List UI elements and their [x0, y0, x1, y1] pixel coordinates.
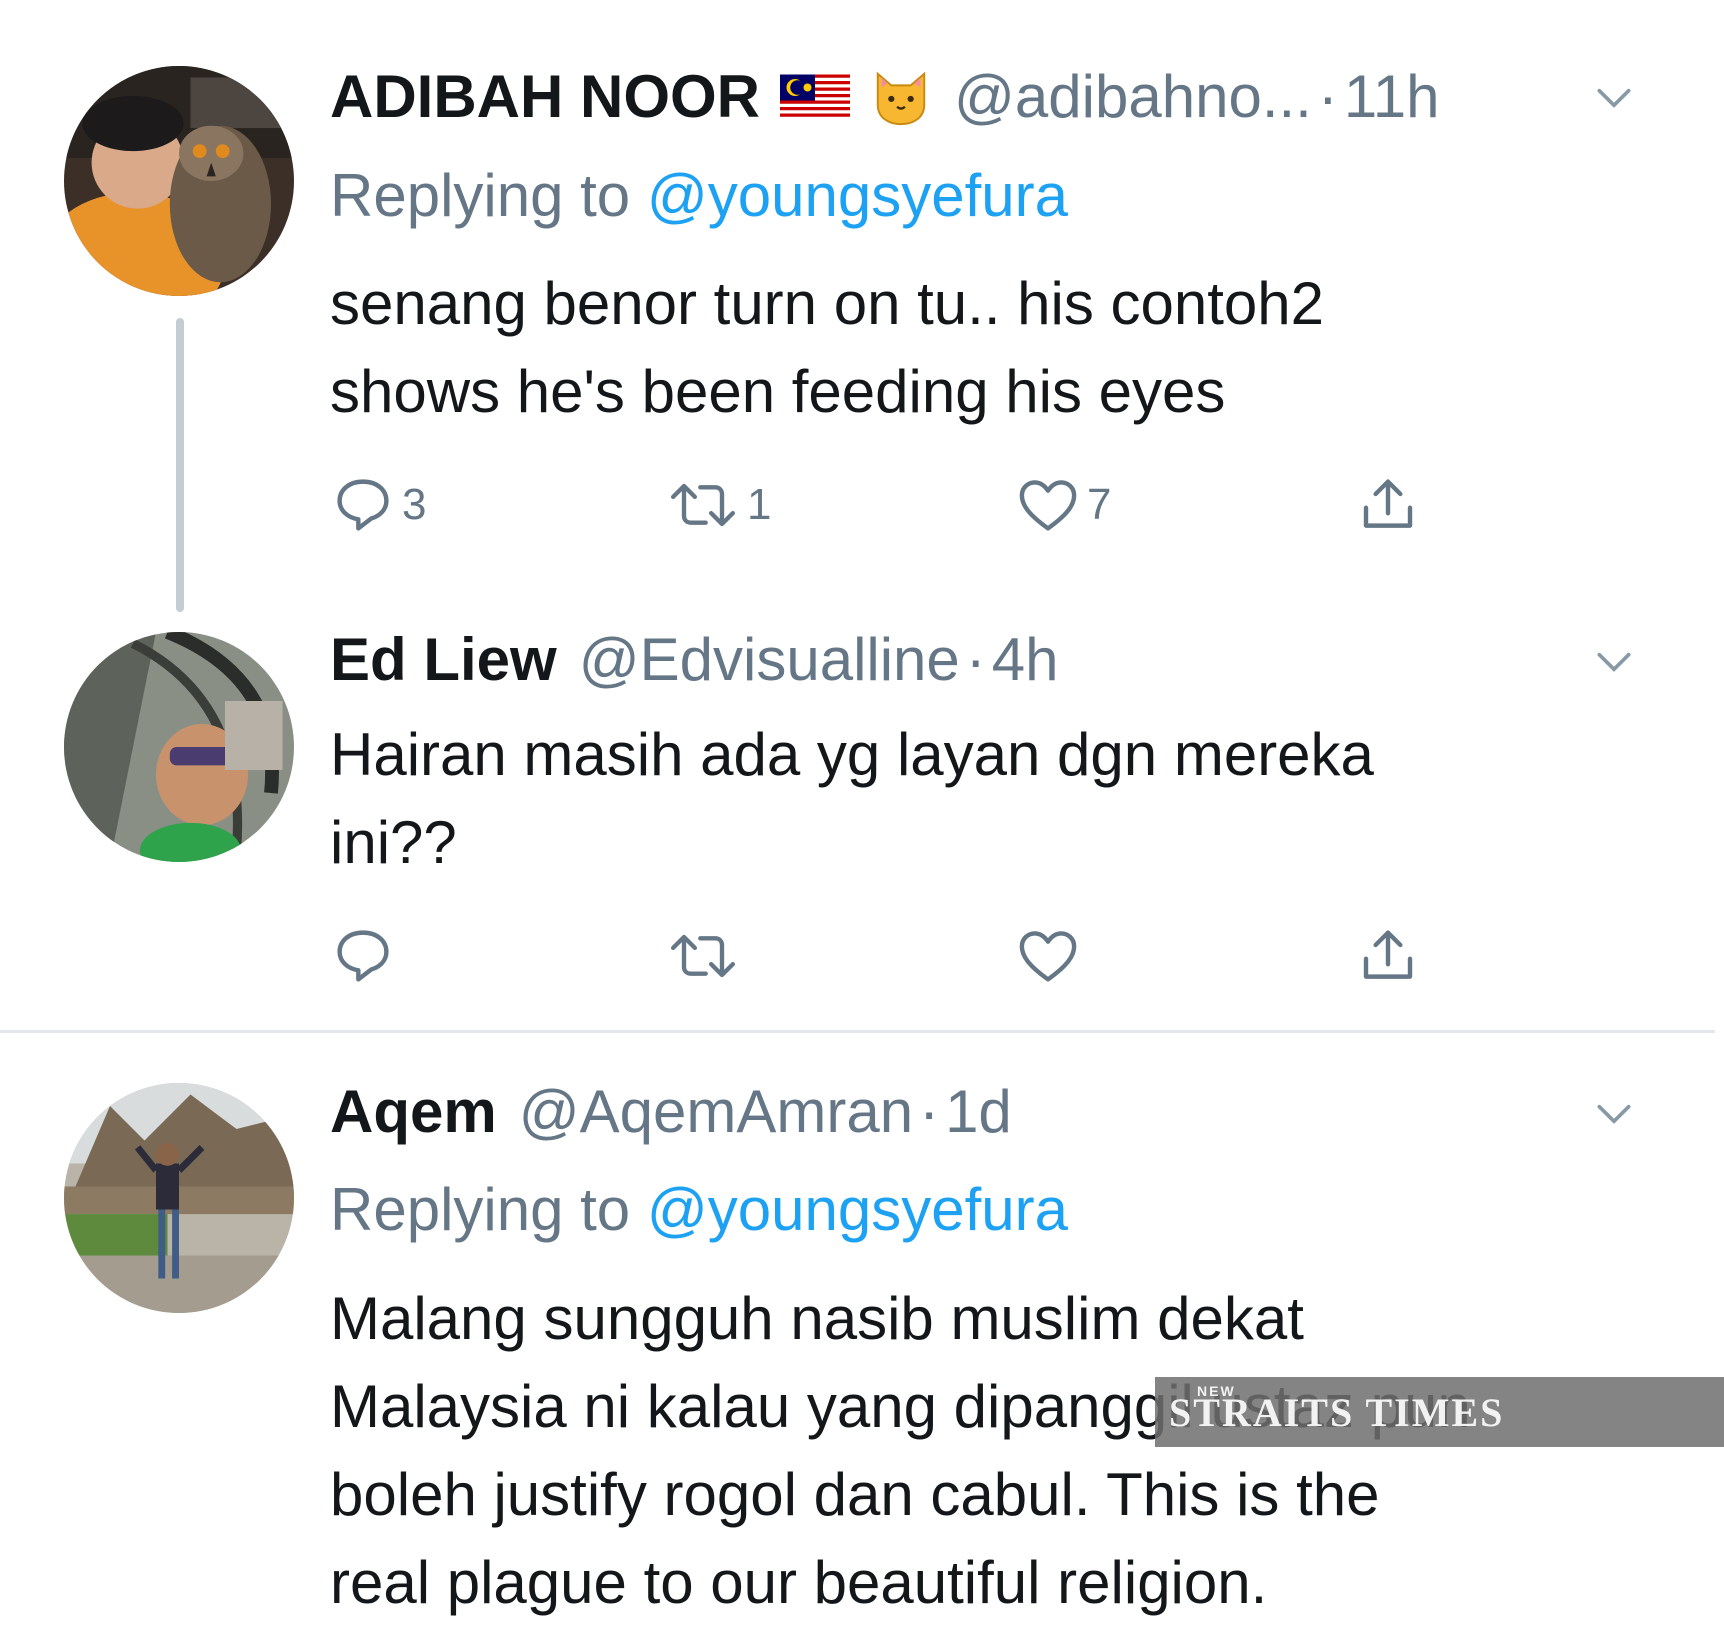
- share-button[interactable]: [1355, 470, 1421, 540]
- replying-to-handle[interactable]: @youngsyefura: [647, 1176, 1068, 1243]
- reply-icon: [337, 479, 389, 531]
- like-button[interactable]: [1015, 921, 1081, 991]
- tweet-actions: [330, 921, 1430, 991]
- avatar-aqem[interactable]: [64, 1083, 294, 1313]
- retweet-button[interactable]: [665, 921, 741, 991]
- tweet-header: Aqem @AqemAmran · 1d: [330, 1082, 1012, 1142]
- reply-icon: [337, 930, 389, 982]
- watermark: NEW STRAITS TIMES: [1155, 1377, 1724, 1447]
- separator-dot: ·: [919, 1078, 940, 1145]
- tweet-text-line: Malang sungguh nasib muslim dekat: [330, 1285, 1304, 1352]
- tweet-divider: [0, 1030, 1715, 1033]
- tweet-text: senang benor turn on tu.. his contoh2 sh…: [330, 260, 1630, 436]
- cat-face-icon: [870, 66, 932, 128]
- tweet-time[interactable]: 11h: [1344, 67, 1440, 127]
- tweet-text-line: real plague to our beautiful religion.: [330, 1549, 1268, 1616]
- like-icon: [1019, 931, 1077, 982]
- tweet-text-line: ini??: [330, 809, 457, 876]
- user-handle[interactable]: @AqemAmran: [519, 1082, 913, 1142]
- share-button[interactable]: [1355, 921, 1421, 991]
- display-name[interactable]: Aqem: [330, 1082, 497, 1142]
- replying-to: Replying to @youngsyefura: [330, 1180, 1068, 1240]
- replying-to: Replying to @youngsyefura: [330, 166, 1068, 226]
- tweet-text-line: shows he's been feeding his eyes: [330, 358, 1226, 425]
- tweet-actions: 3 1 7: [330, 470, 1430, 540]
- separator-dot: ·: [1317, 63, 1338, 130]
- tweet-text: Malang sungguh nasib muslim dekat Malays…: [330, 1275, 1710, 1627]
- reply-count: 3: [402, 480, 427, 529]
- display-name[interactable]: ADIBAH NOOR: [330, 67, 760, 127]
- tweet-text-line: senang benor turn on tu.. his contoh2: [330, 270, 1325, 337]
- thread-line: [176, 318, 184, 612]
- tweet-header: Ed Liew @Edvisualline · 4h: [330, 630, 1059, 690]
- tweet-header: ADIBAH NOOR @adibahno... · 11h: [330, 66, 1439, 128]
- replying-to-label: Replying to: [330, 162, 631, 229]
- share-icon: [1363, 930, 1413, 979]
- tweet-text: Hairan masih ada yg layan dgn mereka ini…: [330, 711, 1630, 887]
- malaysia-flag-icon: [780, 74, 850, 120]
- chevron-down-icon[interactable]: [1592, 640, 1636, 684]
- tweet-text-line: boleh justify rogol dan cabul. This is t…: [330, 1461, 1380, 1528]
- tweet-text-line: Hairan masih ada yg layan dgn mereka: [330, 721, 1374, 788]
- reply-button[interactable]: [330, 921, 396, 991]
- retweet-icon: [670, 483, 736, 527]
- avatar-adibah[interactable]: [64, 66, 294, 296]
- watermark-small-text: NEW: [1197, 1383, 1236, 1399]
- tweet-time[interactable]: 1d: [945, 1082, 1012, 1142]
- retweet-icon: [670, 934, 736, 978]
- replying-to-handle[interactable]: @youngsyefura: [647, 162, 1068, 229]
- display-name[interactable]: Ed Liew: [330, 630, 557, 690]
- retweet-count: 1: [747, 480, 772, 529]
- like-button[interactable]: 7: [1015, 470, 1111, 540]
- like-icon: [1019, 480, 1077, 531]
- reply-button[interactable]: 3: [330, 470, 426, 540]
- chevron-down-icon[interactable]: [1592, 76, 1636, 120]
- tweet-time[interactable]: 4h: [992, 630, 1059, 690]
- user-handle[interactable]: @Edvisualline: [579, 630, 960, 690]
- avatar-ed-liew[interactable]: [64, 632, 294, 862]
- user-handle[interactable]: @adibahno...: [954, 67, 1312, 127]
- replying-to-label: Replying to: [330, 1176, 631, 1243]
- retweet-button[interactable]: 1: [665, 470, 771, 540]
- like-count: 7: [1087, 480, 1112, 529]
- separator-dot: ·: [965, 626, 986, 693]
- chevron-down-icon[interactable]: [1592, 1092, 1636, 1136]
- share-icon: [1363, 479, 1413, 528]
